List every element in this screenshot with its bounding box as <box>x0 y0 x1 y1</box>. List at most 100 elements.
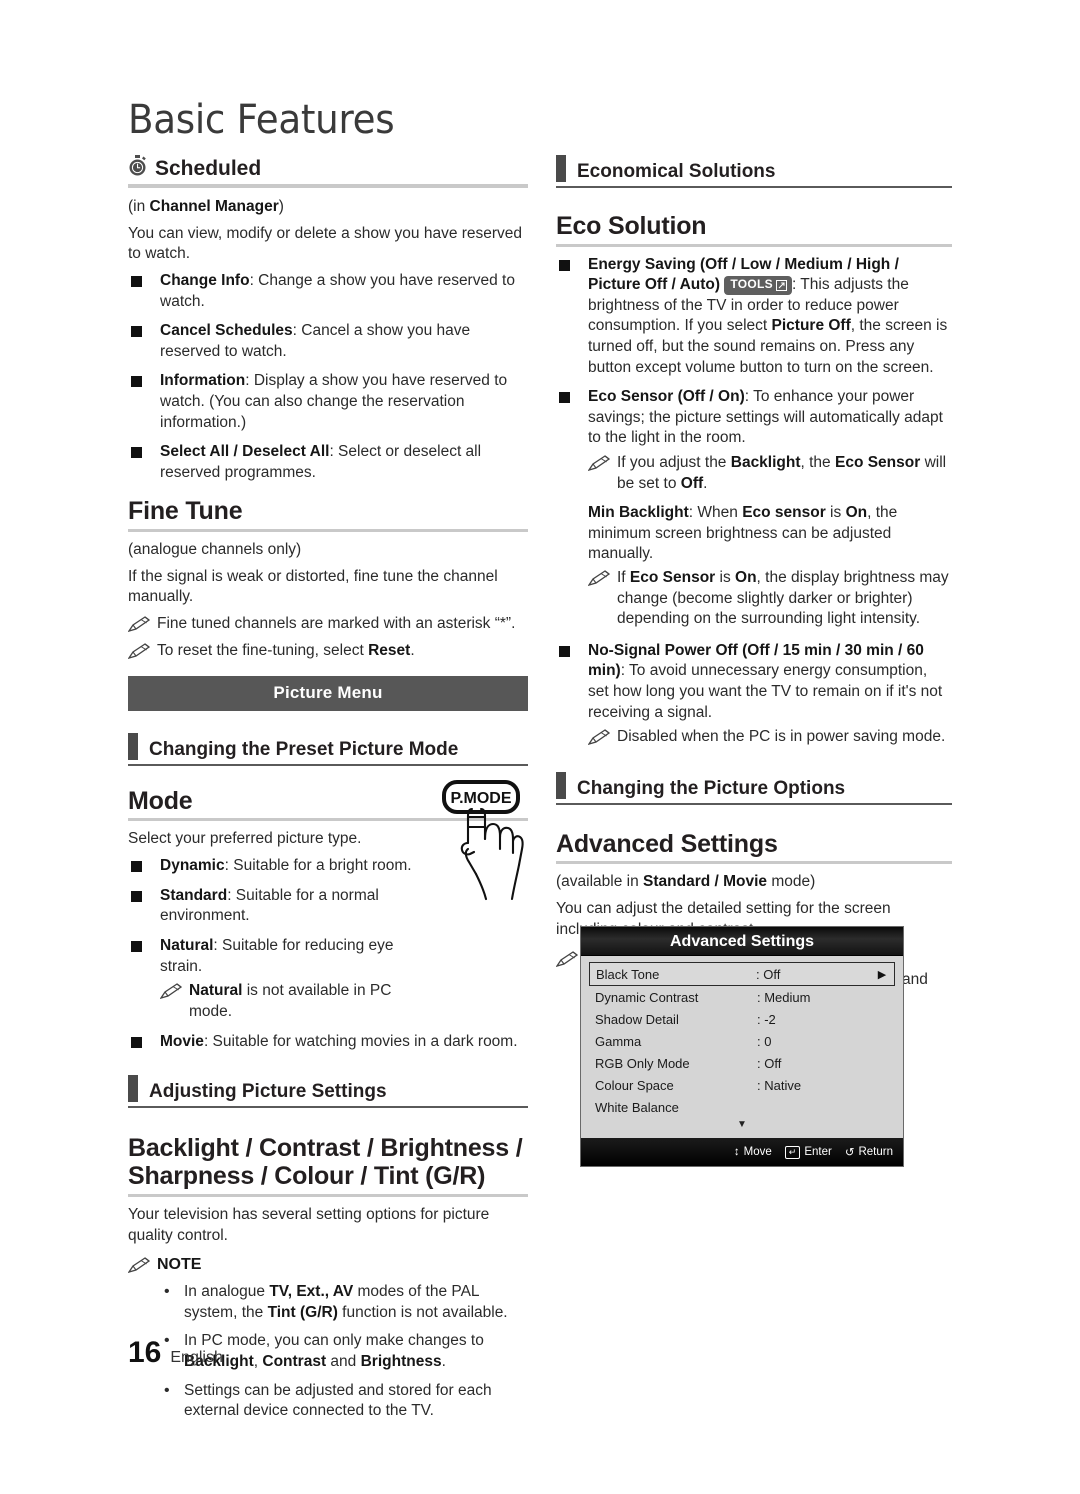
list-item: Natural: Suitable for reducing eye strai… <box>128 936 433 977</box>
return-arrow-icon: ↺ <box>844 1147 855 1159</box>
osd-row-black-tone[interactable]: Black Tone : Off ▶ <box>589 962 895 986</box>
subtitle-prefix: (in <box>128 198 150 216</box>
pencil-icon <box>127 643 151 660</box>
section-title: Economical Solutions <box>577 161 776 183</box>
n2-b: Eco Sensor <box>629 569 716 587</box>
subtitle-bold: Channel Manager <box>149 198 279 216</box>
list-item: In analogue TV, Ext., AV modes of the PA… <box>164 1281 528 1323</box>
t-a: In PC mode, you can only make changes to <box>184 1332 484 1350</box>
section-bar <box>556 155 566 182</box>
osd-row-rgb-only-mode[interactable]: RGB Only Mode : Off <box>589 1052 895 1074</box>
osd-row-gamma[interactable]: Gamma : 0 <box>589 1030 895 1052</box>
note-line: Fine tuned channels are marked with an a… <box>127 614 528 635</box>
note-line: If Eco Sensor is On, the display brightn… <box>587 568 952 630</box>
t-f: Brightness <box>360 1352 442 1370</box>
n-c: , the <box>800 453 835 471</box>
n2-c: is <box>715 569 736 587</box>
svg-text:P.MODE: P.MODE <box>450 790 511 807</box>
t-e: function is not available. <box>337 1303 508 1321</box>
adjusting-heading-line1: Backlight / Contrast / Brightness / <box>128 1133 523 1162</box>
osd-row-value: : -2 <box>757 1011 776 1027</box>
osd-row-value: : Off <box>756 966 781 982</box>
osd-row-shadow-detail[interactable]: Shadow Detail : -2 <box>589 1008 895 1030</box>
osd-row-value: : Native <box>757 1077 802 1093</box>
scheduled-heading: Scheduled <box>128 155 528 181</box>
tools-chip-label: TOOLS <box>730 277 773 292</box>
avail-suffix: mode) <box>767 873 816 891</box>
scheduled-intro: You can view, modify or delete a show yo… <box>128 224 523 263</box>
osd-row-label: White Balance <box>595 1099 679 1115</box>
t-g: . <box>441 1352 446 1370</box>
advanced-settings-heading: Advanced Settings <box>556 829 778 858</box>
section-bar <box>556 771 566 799</box>
divider <box>128 528 528 532</box>
mb-a: : When <box>688 504 743 522</box>
section-bar <box>128 732 138 760</box>
n2-d: On <box>735 569 757 587</box>
osd-row-white-balance[interactable]: White Balance <box>589 1096 895 1118</box>
osd-row-value: : Off <box>757 1055 782 1071</box>
divider <box>128 1193 528 1197</box>
no-signal-list: No-Signal Power Off (Off / 15 min / 30 m… <box>556 641 952 723</box>
adjusting-heading-line2: Sharpness / Colour / Tint (G/R) <box>128 1162 486 1191</box>
natural-note: Natural is not available in PC mode. <box>159 981 410 1022</box>
osd-return-key: ↺ Return <box>845 1145 893 1159</box>
pencil-icon <box>159 983 183 1000</box>
divider <box>128 184 528 189</box>
osd-title: Advanced Settings <box>581 927 903 956</box>
scheduled-heading-text: Scheduled <box>155 156 262 180</box>
pencil-icon <box>587 570 611 587</box>
t-d: Contrast <box>262 1352 327 1370</box>
t-e: and <box>326 1352 361 1370</box>
advanced-settings-osd: Advanced Settings Black Tone : Off ▶ Dyn… <box>580 926 904 1167</box>
list-item-text: : Suitable for watching movies in a dark… <box>203 1033 518 1051</box>
eco-solution-heading: Eco Solution <box>556 212 707 240</box>
pencil-icon <box>127 1257 151 1274</box>
scheduled-subtitle: (in Channel Manager) <box>128 197 528 218</box>
mb-c: is <box>825 504 846 522</box>
mb-d: On <box>845 504 868 522</box>
osd-row-dynamic-contrast[interactable]: Dynamic Contrast : Medium <box>589 986 895 1008</box>
osd-row-value: : 0 <box>757 1033 772 1049</box>
list-item: Eco Sensor (Off / On): To enhance your p… <box>556 387 952 449</box>
osd-footer: ↕ Move ↵ Enter ↺ Return <box>581 1138 903 1166</box>
page-title: Basic Features <box>128 97 395 143</box>
list-item-term: Cancel Schedules <box>160 322 293 340</box>
n-b: Backlight <box>730 453 801 471</box>
list-item: Movie: Suitable for watching movies in a… <box>128 1032 528 1053</box>
fine-tune-paren: (analogue channels only) <box>128 540 302 558</box>
note-post: . <box>410 642 415 660</box>
osd-move-key: ↕ Move <box>734 1146 772 1158</box>
scroll-down-icon[interactable]: ▼ <box>589 1118 895 1134</box>
t-a: Settings can be adjusted and stored for … <box>184 1381 492 1420</box>
right-column: Economical Solutions Eco Solution Energy… <box>555 155 952 1018</box>
stopwatch-icon <box>128 155 147 181</box>
list-item: Cancel Schedules: Cancel a show you have… <box>128 321 528 362</box>
p-mode-remote-illustration: P.MODE <box>438 779 534 901</box>
osd-body: Black Tone : Off ▶ Dynamic Contrast : Me… <box>581 956 903 1138</box>
pencil-icon <box>127 615 151 632</box>
osd-enter-label: Enter <box>804 1146 832 1158</box>
osd-move-label: Move <box>743 1146 772 1158</box>
n-f: Off <box>680 474 704 492</box>
osd-enter-key: ↵ Enter <box>784 1145 832 1159</box>
mb-term: Min Backlight <box>588 504 689 522</box>
osd-row-value: : Medium <box>757 989 811 1005</box>
list-item: Dynamic: Suitable for a bright room. <box>128 856 433 877</box>
chevron-right-icon[interactable]: ▶ <box>874 968 890 981</box>
list-item-term: Change Info <box>160 271 250 289</box>
osd-row-label: Black Tone <box>596 966 660 982</box>
note-text: Disabled when the PC is in power saving … <box>617 728 946 746</box>
osd-row-colour-space[interactable]: Colour Space : Native <box>589 1074 895 1096</box>
section-header-adjusting-picture-settings: Adjusting Picture Settings <box>128 1074 528 1108</box>
section-bar <box>128 1074 138 1102</box>
note-line: If you adjust the Backlight, the Eco Sen… <box>587 453 952 494</box>
list-item-text: : To avoid unnecessary energy consumptio… <box>588 662 943 721</box>
t-b: TV, Ext., AV <box>269 1283 354 1301</box>
manual-page: Basic Features Scheduled (in Channel Man… <box>0 0 1080 1494</box>
scheduled-item-list: Change Info: Change a show you have rese… <box>128 271 528 483</box>
list-item: Settings can be adjusted and stored for … <box>164 1380 528 1422</box>
enter-key-icon: ↵ <box>784 1145 801 1159</box>
list-item: Change Info: Change a show you have rese… <box>128 271 528 312</box>
section-header-picture-options: Changing the Picture Options <box>556 771 952 805</box>
